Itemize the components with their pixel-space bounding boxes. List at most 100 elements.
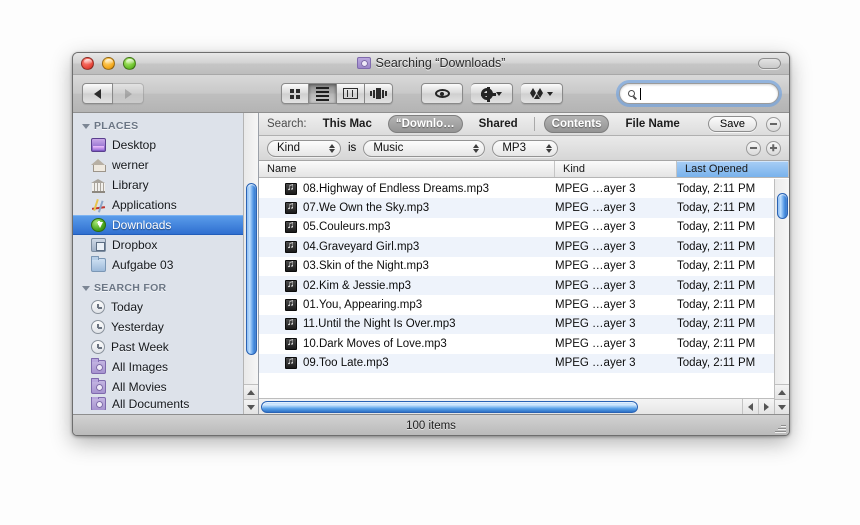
column-view-button[interactable] — [337, 83, 365, 104]
file-kind-cell: MPEG …ayer 3 — [555, 183, 677, 195]
save-button[interactable]: Save — [708, 116, 757, 132]
file-kind-cell: MPEG …ayer 3 — [555, 318, 677, 330]
title-bar[interactable]: Searching “Downloads” — [73, 53, 789, 75]
filter-row-buttons — [746, 141, 781, 156]
list-view-button[interactable] — [309, 83, 337, 104]
back-button[interactable] — [82, 83, 113, 104]
file-name-cell: 04.Graveyard Girl.mp3 — [259, 241, 555, 253]
sidebar-item-all-movies[interactable]: All Movies — [73, 377, 258, 397]
file-kind-cell: MPEG …ayer 3 — [555, 338, 677, 350]
window-body: PLACES Desktop werner Library Applicatio… — [73, 113, 789, 414]
sidebar-item-werner[interactable]: werner — [73, 155, 258, 175]
file-list-scroll-track[interactable] — [776, 179, 788, 384]
sidebar-item-downloads[interactable]: Downloads — [73, 215, 258, 235]
file-list-horizontal-scrollbar[interactable] — [259, 398, 774, 414]
coverflow-view-button[interactable] — [365, 83, 393, 104]
action-menu-button[interactable] — [471, 83, 513, 104]
music-file-icon — [285, 318, 297, 330]
table-row[interactable]: 05.Couleurs.mp3 MPEG …ayer 3 Today, 2:11… — [259, 218, 774, 237]
sidebar-item-all-images[interactable]: All Images — [73, 357, 258, 377]
finder-window: Searching “Downloads” — [72, 52, 790, 436]
file-list-scroll-arrows — [775, 384, 789, 414]
column-header-name[interactable]: Name — [259, 161, 555, 177]
forward-button[interactable] — [113, 83, 144, 104]
table-row[interactable]: 11.Until the Night Is Over.mp3 MPEG …aye… — [259, 315, 774, 334]
file-list-scrollbar[interactable] — [774, 179, 789, 414]
file-list-scroll-thumb[interactable] — [777, 193, 788, 219]
scroll-left-button[interactable] — [742, 399, 758, 415]
column-header-kind[interactable]: Kind — [555, 161, 677, 177]
toolbar-toggle-button[interactable] — [758, 58, 781, 69]
clock-icon — [91, 320, 105, 334]
chevron-down-icon — [82, 124, 90, 129]
view-mode-buttons — [281, 83, 393, 104]
table-row[interactable]: 03.Skin of the Night.mp3 MPEG …ayer 3 To… — [259, 257, 774, 276]
mode-file-name[interactable]: File Name — [618, 116, 686, 132]
sidebar-scrollbar[interactable] — [243, 113, 258, 414]
scope-shared[interactable]: Shared — [472, 116, 525, 132]
resize-grip[interactable] — [773, 420, 786, 433]
coverflow-icon — [370, 88, 387, 99]
sidebar-item-label: All Documents — [112, 397, 189, 410]
table-row[interactable]: 07.We Own the Sky.mp3 MPEG …ayer 3 Today… — [259, 198, 774, 217]
sidebar-item-today[interactable]: Today — [73, 297, 258, 317]
table-row[interactable]: 04.Graveyard Girl.mp3 MPEG …ayer 3 Today… — [259, 237, 774, 256]
mode-contents[interactable]: Contents — [544, 115, 610, 133]
music-file-icon — [285, 183, 297, 195]
music-file-icon — [285, 299, 297, 311]
sidebar-item-dropbox[interactable]: Dropbox — [73, 235, 258, 255]
sidebar-item-yesterday[interactable]: Yesterday — [73, 317, 258, 337]
file-list: 08.Highway of Endless Dreams.mp3 MPEG …a… — [259, 179, 774, 386]
sidebar-scroll-track[interactable] — [245, 113, 257, 384]
sidebar-item-applications[interactable]: Applications — [73, 195, 258, 215]
scope-this-mac[interactable]: This Mac — [316, 116, 379, 132]
table-row[interactable]: 08.Highway of Endless Dreams.mp3 MPEG …a… — [259, 179, 774, 198]
music-file-icon — [285, 357, 297, 369]
sidebar-item-desktop[interactable]: Desktop — [73, 135, 258, 155]
sidebar-item-all-documents[interactable]: All Documents — [73, 397, 258, 410]
remove-search-button[interactable] — [766, 117, 781, 132]
sidebar-item-label: Today — [111, 300, 143, 314]
folder-icon — [91, 258, 106, 272]
sidebar-item-past-week[interactable]: Past Week — [73, 337, 258, 357]
file-name-label: 05.Couleurs.mp3 — [303, 221, 391, 233]
sidebar-scroll-up-button[interactable] — [244, 384, 258, 399]
sidebar-scroll-thumb[interactable] — [246, 183, 257, 355]
remove-filter-button[interactable] — [746, 141, 761, 156]
sidebar-item-library[interactable]: Library — [73, 175, 258, 195]
sidebar-section-places-header[interactable]: PLACES — [73, 113, 258, 135]
file-name-label: 10.Dark Moves of Love.mp3 — [303, 338, 447, 350]
search-field[interactable] — [619, 83, 779, 104]
column-header-label: Last Opened — [685, 163, 748, 175]
quicklook-button[interactable] — [421, 83, 463, 104]
table-row[interactable]: 09.Too Late.mp3 MPEG …ayer 3 Today, 2:11… — [259, 354, 774, 373]
divider — [534, 117, 535, 131]
file-name-cell: 01.You, Appearing.mp3 — [259, 299, 555, 311]
sidebar-item-aufgabe-03[interactable]: Aufgabe 03 — [73, 255, 258, 275]
file-name-label: 01.You, Appearing.mp3 — [303, 299, 422, 311]
scroll-right-button[interactable] — [758, 399, 774, 415]
file-kind-cell: MPEG …ayer 3 — [555, 299, 677, 311]
column-header-last-opened[interactable]: Last Opened — [677, 161, 789, 177]
icon-view-button[interactable] — [281, 83, 309, 104]
horizontal-scroll-track[interactable] — [259, 400, 742, 414]
dropbox-menu-button[interactable] — [521, 83, 563, 104]
table-row[interactable]: 10.Dark Moves of Love.mp3 MPEG …ayer 3 T… — [259, 334, 774, 353]
file-list-scroll-up-button[interactable] — [775, 384, 789, 399]
file-kind-cell: MPEG …ayer 3 — [555, 260, 677, 272]
filter-value-popup[interactable]: Music — [363, 140, 485, 157]
add-filter-button[interactable] — [766, 141, 781, 156]
sidebar-section-search-for-header[interactable]: SEARCH FOR — [73, 275, 258, 297]
table-row[interactable]: 02.Kim & Jessie.mp3 MPEG …ayer 3 Today, … — [259, 276, 774, 295]
scope-downloads[interactable]: “Downlo… — [388, 115, 463, 133]
table-row[interactable]: 01.You, Appearing.mp3 MPEG …ayer 3 Today… — [259, 295, 774, 314]
file-kind-cell: MPEG …ayer 3 — [555, 280, 677, 292]
sidebar-scroll-down-button[interactable] — [244, 399, 258, 414]
filter-attribute-popup[interactable]: Kind — [267, 140, 341, 157]
filter-subtype-popup[interactable]: MP3 — [492, 140, 558, 157]
file-last-opened-cell: Today, 2:11 PM — [677, 357, 774, 369]
downloads-icon — [91, 218, 106, 232]
music-file-icon — [285, 280, 297, 292]
file-list-scroll-down-button[interactable] — [775, 399, 789, 414]
horizontal-scroll-thumb[interactable] — [261, 401, 638, 413]
